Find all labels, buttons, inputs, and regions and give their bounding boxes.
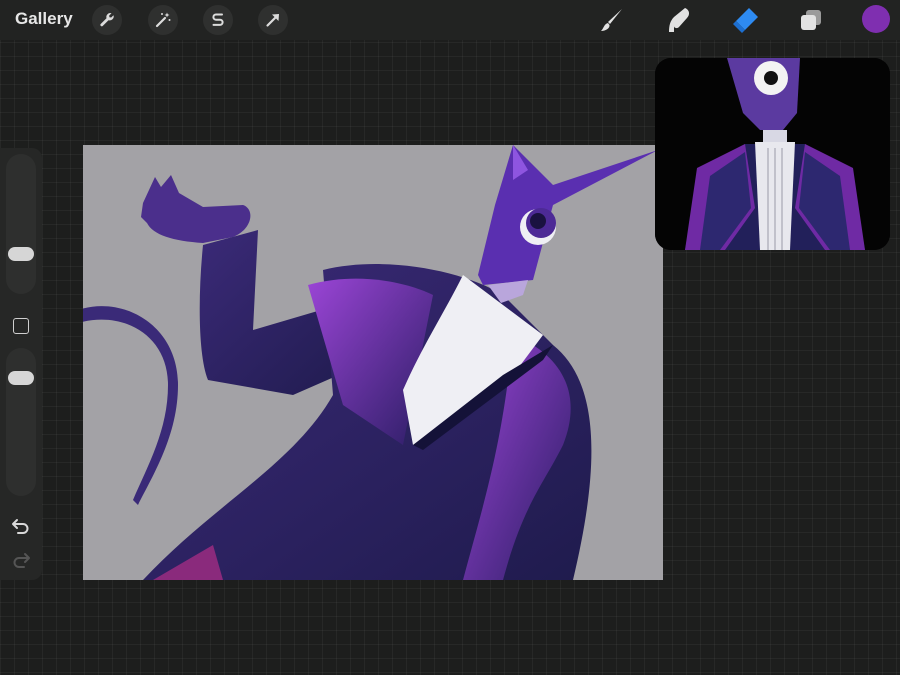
smudge-finger-icon — [669, 8, 690, 32]
actions-button[interactable] — [92, 5, 122, 35]
undo-button[interactable] — [10, 514, 32, 536]
color-picker-button[interactable] — [862, 5, 890, 33]
reference-image — [655, 58, 890, 250]
brush-size-thumb[interactable] — [8, 246, 34, 261]
selection-button[interactable] — [203, 5, 233, 35]
magic-wand-icon — [155, 12, 171, 28]
arrow-cursor-icon — [266, 14, 279, 27]
brush-tool-button[interactable] — [596, 4, 628, 36]
selection-s-icon — [212, 13, 224, 26]
adjustments-button[interactable] — [148, 5, 178, 35]
opacity-slider[interactable] — [6, 348, 36, 496]
brush-size-slider[interactable] — [6, 154, 36, 294]
brush-icon — [601, 9, 622, 31]
undo-icon — [12, 519, 29, 534]
wrench-icon — [100, 13, 114, 27]
eraser-icon — [733, 8, 758, 33]
redo-button[interactable] — [10, 548, 32, 570]
reference-window[interactable] — [655, 58, 890, 250]
top-toolbar: Gallery — [0, 0, 900, 40]
layers-button[interactable] — [795, 4, 827, 36]
modify-button[interactable] — [13, 318, 29, 334]
eraser-tool-button[interactable] — [729, 4, 761, 36]
drawing-canvas[interactable] — [83, 145, 663, 580]
left-sidebar — [0, 148, 42, 580]
smudge-tool-button[interactable] — [663, 4, 695, 36]
layers-icon — [801, 10, 821, 30]
redo-icon — [13, 553, 30, 568]
character-artwork — [83, 145, 658, 580]
gallery-button[interactable]: Gallery — [15, 9, 73, 29]
opacity-thumb[interactable] — [8, 370, 34, 385]
transform-button[interactable] — [258, 5, 288, 35]
